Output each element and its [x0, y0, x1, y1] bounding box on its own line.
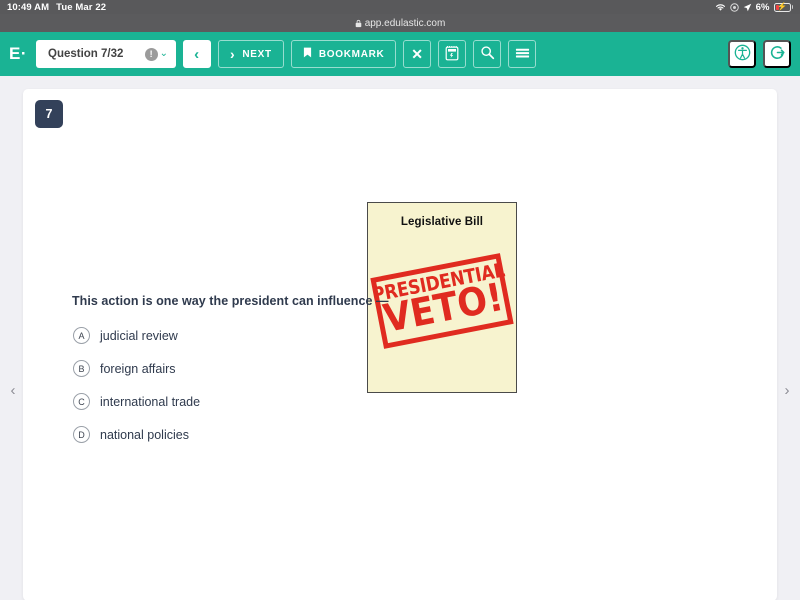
chevron-left-icon: ‹ [194, 45, 200, 63]
hamburger-icon [515, 47, 530, 62]
next-item-arrow[interactable]: › [780, 373, 794, 407]
close-icon: ✕ [411, 46, 424, 62]
option-text: international trade [100, 394, 201, 409]
option-text: national policies [100, 427, 189, 442]
question-selector-indicators: ! ⌄ [144, 47, 168, 61]
option-letter: B [73, 360, 90, 377]
answer-option-d[interactable]: D national policies [73, 418, 493, 451]
option-letter: D [73, 426, 90, 443]
question-prompt: This action is one way the president can… [72, 294, 389, 308]
accessibility-button[interactable] [728, 40, 756, 68]
next-question-button[interactable]: › NEXT [218, 40, 284, 68]
answer-options-list: A judicial review B foreign affairs C in… [73, 319, 493, 451]
calculator-icon [445, 45, 459, 64]
previous-question-button[interactable]: ‹ [183, 40, 211, 68]
bookmark-button[interactable]: BOOKMARK [290, 40, 397, 68]
question-number-badge: 7 [35, 100, 63, 128]
calculator-button[interactable] [438, 40, 467, 68]
option-letter: A [73, 327, 90, 344]
chevron-down-icon: ⌄ [159, 48, 168, 59]
answer-option-c[interactable]: C international trade [73, 385, 493, 418]
answer-option-b[interactable]: B foreign affairs [73, 352, 493, 385]
stimulus-title: Legislative Bill [400, 216, 484, 228]
accessibility-icon [734, 44, 751, 64]
url-text: app.edulastic.com [364, 17, 446, 29]
info-icon: ! [144, 47, 158, 61]
do-not-disturb-icon [729, 2, 739, 12]
next-button-label: NEXT [242, 48, 272, 60]
browser-url-bar[interactable]: app.edulastic.com [0, 14, 800, 32]
question-selector-label: Question 7/32 [48, 48, 124, 60]
status-time: 10:49 AM [7, 1, 50, 13]
cross-out-button[interactable]: ✕ [403, 40, 432, 68]
question-selector-dropdown[interactable]: Question 7/32 ! ⌄ [36, 40, 176, 68]
lock-icon [355, 19, 362, 28]
battery-percent-label: 6% [755, 1, 770, 13]
chevron-right-icon: › [230, 46, 236, 62]
wifi-icon [715, 3, 726, 12]
edulastic-logo[interactable]: E· [9, 44, 29, 64]
location-arrow-icon [743, 3, 752, 12]
bookmark-icon [303, 47, 312, 61]
bookmark-button-label: BOOKMARK [318, 48, 385, 60]
question-card: 7 Legislative Bill PRESIDENTIAL VETO! Th… [23, 89, 777, 600]
status-bar-left: 10:49 AM Tue Mar 22 [7, 2, 106, 13]
option-text: judicial review [100, 328, 178, 343]
prev-item-arrow[interactable]: ‹ [6, 373, 20, 407]
zoom-button[interactable] [473, 40, 502, 68]
logout-icon [769, 44, 786, 64]
app-toolbar: E· Question 7/32 ! ⌄ ‹ › NEXT BOOKMARK ✕ [0, 32, 800, 76]
menu-button[interactable] [508, 40, 537, 68]
battery-charging-icon: ⚡ [773, 2, 793, 12]
magnifier-icon [480, 45, 495, 63]
status-date: Tue Mar 22 [56, 1, 107, 13]
ios-status-bar: 10:49 AM Tue Mar 22 6% ⚡ [0, 0, 800, 14]
option-text: foreign affairs [100, 361, 176, 376]
answer-option-a[interactable]: A judicial review [73, 319, 493, 352]
toolbar-right-group [728, 40, 791, 68]
status-bar-right: 6% ⚡ [715, 2, 793, 13]
logout-button[interactable] [763, 40, 791, 68]
option-letter: C [73, 393, 90, 410]
page-body: ‹ › 7 Legislative Bill PRESIDENTIAL VETO… [0, 76, 800, 600]
